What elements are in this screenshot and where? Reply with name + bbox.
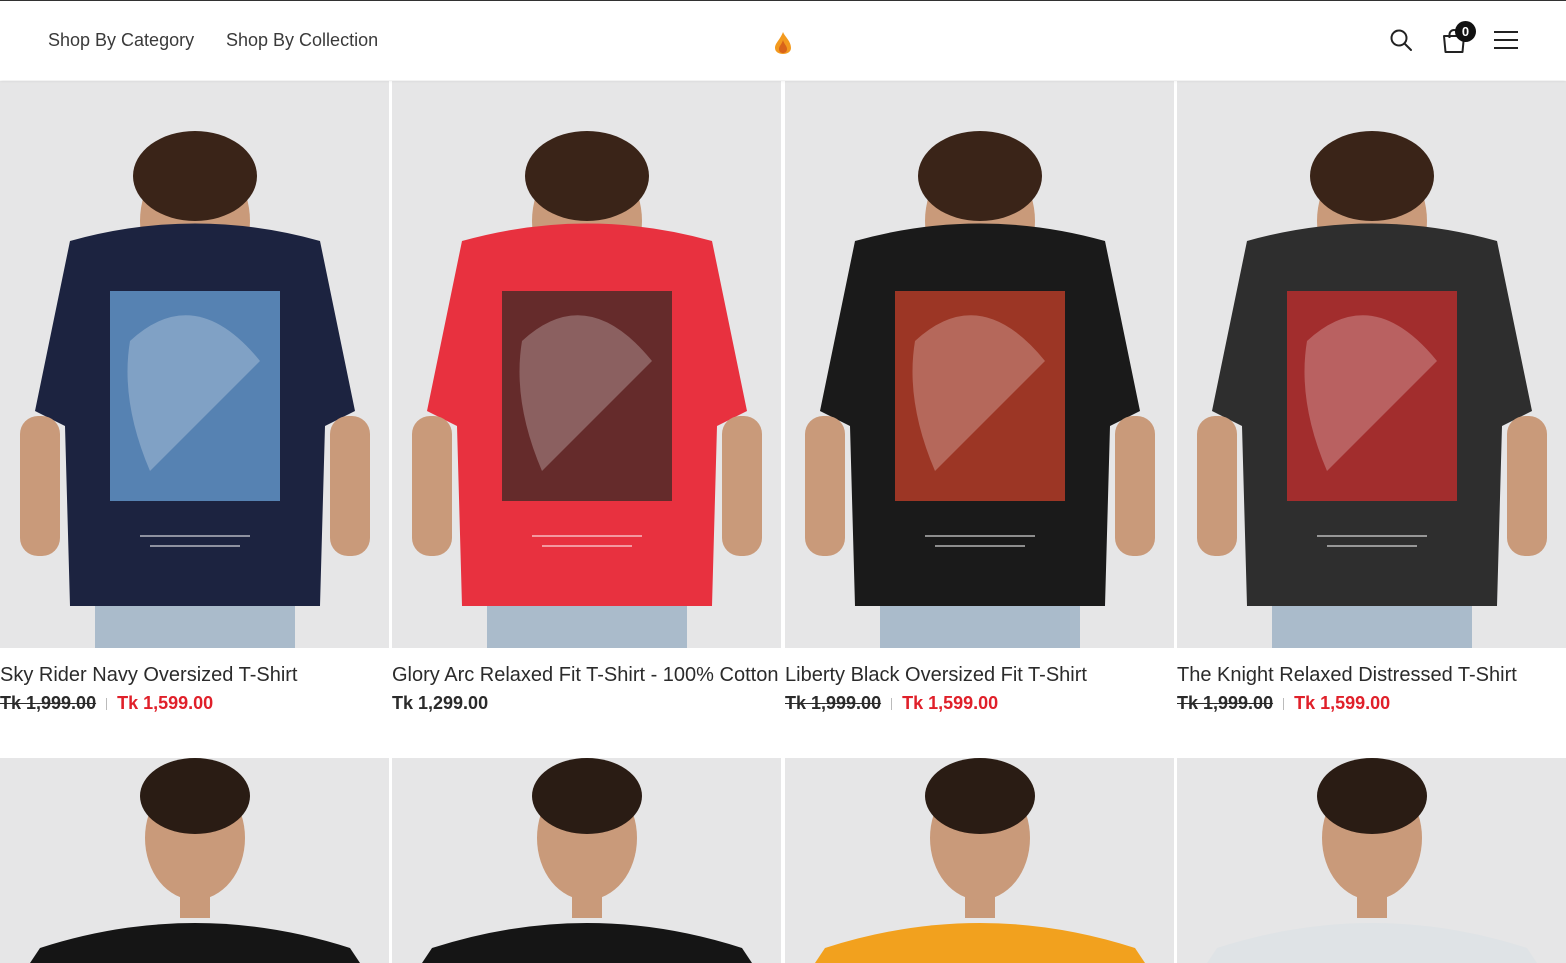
product-card[interactable]: Sky Rider Navy Oversized T-Shirt Tk 1,99… [0,81,389,714]
product-title[interactable]: Sky Rider Navy Oversized T-Shirt [0,663,389,687]
product-card[interactable] [392,758,781,963]
sale-price: Tk 1,599.00 [117,693,214,713]
original-price: Tk 1,999.00 [785,693,882,713]
original-price: Tk 1,999.00 [0,693,97,713]
hamburger-menu-icon[interactable] [1493,30,1519,50]
product-card[interactable]: The Knight Relaxed Distressed T-Shirt Tk… [1177,81,1566,714]
product-card[interactable]: Glory Arc Relaxed Fit T-Shirt - 100% Cot… [392,81,781,714]
nav-shop-by-category[interactable]: Shop By Category [48,30,194,51]
product-photo-illustration [0,81,389,648]
product-photo-illustration [785,758,1174,963]
product-card[interactable] [0,758,389,963]
product-photo-illustration [0,758,389,963]
product-image[interactable] [392,758,781,963]
product-card[interactable]: Liberty Black Oversized Fit T-Shirt Tk 1… [785,81,1174,714]
sale-price: Tk 1,599.00 [902,693,999,713]
product-photo-illustration [1177,758,1566,963]
original-price: Tk 1,999.00 [1177,693,1274,713]
product-image[interactable] [0,758,389,963]
search-icon[interactable] [1389,28,1413,52]
product-image[interactable] [1177,81,1566,648]
price-divider [891,698,893,711]
sale-price: Tk 1,599.00 [1294,693,1391,713]
product-image[interactable] [785,758,1174,963]
product-photo-illustration [392,758,781,963]
site-header: Shop By Category Shop By Collection 0 [0,1,1566,80]
product-photo-illustration [1177,81,1566,648]
product-card[interactable] [785,758,1174,963]
product-price: Tk 1,999.00 Tk 1,599.00 [785,693,1174,714]
product-photo-illustration [392,81,781,648]
product-image[interactable] [0,81,389,648]
product-card[interactable] [1177,758,1566,963]
product-image[interactable] [785,81,1174,648]
product-image[interactable] [392,81,781,648]
product-price: Tk 1,299.00 [392,693,781,714]
product-title[interactable]: Glory Arc Relaxed Fit T-Shirt - 100% Cot… [392,663,781,687]
product-title[interactable]: Liberty Black Oversized Fit T-Shirt [785,663,1174,687]
flame-logo[interactable] [773,31,793,55]
nav-shop-by-collection[interactable]: Shop By Collection [226,30,378,51]
cart-count-badge: 0 [1455,21,1476,42]
product-photo-illustration [785,81,1174,648]
product-image[interactable] [1177,758,1566,963]
price-divider [106,698,108,711]
product-price: Tk 1,999.00 Tk 1,599.00 [1177,693,1566,714]
regular-price: Tk 1,299.00 [392,693,489,713]
product-title[interactable]: The Knight Relaxed Distressed T-Shirt [1177,663,1566,687]
price-divider [1283,698,1285,711]
product-price: Tk 1,999.00 Tk 1,599.00 [0,693,389,714]
